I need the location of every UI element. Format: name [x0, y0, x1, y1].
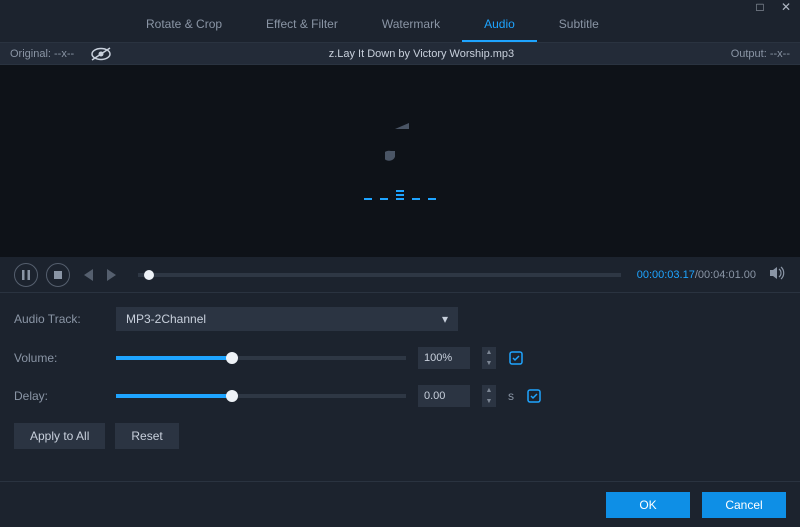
- tab-audio[interactable]: Audio: [462, 7, 537, 42]
- apply-to-all-button[interactable]: Apply to All: [14, 423, 105, 449]
- delay-reset-icon[interactable]: [526, 388, 542, 404]
- reset-button[interactable]: Reset: [115, 423, 178, 449]
- delay-unit: s: [508, 389, 514, 403]
- delay-label: Delay:: [14, 389, 104, 403]
- time-display: 00:00:03.17/00:04:01.00: [637, 269, 756, 281]
- tab-rotate-crop[interactable]: Rotate & Crop: [124, 7, 244, 42]
- cancel-button[interactable]: Cancel: [702, 492, 786, 518]
- tab-bar: Rotate & Crop Effect & Filter Watermark …: [0, 10, 800, 43]
- audio-track-label: Audio Track:: [14, 312, 104, 326]
- prev-button[interactable]: [78, 263, 96, 287]
- volume-value[interactable]: 100%: [418, 347, 470, 369]
- preview-area: [0, 65, 800, 257]
- stop-button[interactable]: [46, 263, 70, 287]
- volume-stepper[interactable]: ▲▼: [482, 347, 496, 369]
- audio-track-select[interactable]: MP3-2Channel ▾: [116, 307, 458, 331]
- next-button[interactable]: [104, 263, 122, 287]
- speaker-icon[interactable]: [770, 266, 786, 283]
- volume-slider[interactable]: [116, 356, 406, 360]
- ok-button[interactable]: OK: [606, 492, 690, 518]
- tab-effect-filter[interactable]: Effect & Filter: [244, 7, 360, 42]
- volume-reset-icon[interactable]: [508, 350, 524, 366]
- audio-visualizer-icon: [364, 186, 436, 200]
- delay-slider[interactable]: [116, 394, 406, 398]
- volume-label: Volume:: [14, 351, 104, 365]
- delay-stepper[interactable]: ▲▼: [482, 385, 496, 407]
- pause-button[interactable]: [14, 263, 38, 287]
- tab-watermark[interactable]: Watermark: [360, 7, 462, 42]
- original-dimensions: Original: --x--: [10, 48, 74, 60]
- delay-value[interactable]: 0.00: [418, 385, 470, 407]
- close-button[interactable]: ✕: [778, 0, 794, 14]
- tab-subtitle[interactable]: Subtitle: [537, 7, 621, 42]
- toggle-preview-icon[interactable]: [90, 47, 112, 61]
- maximize-button[interactable]: □: [752, 0, 768, 14]
- filename-label: z.Lay It Down by Victory Worship.mp3: [112, 48, 731, 60]
- delay-thumb[interactable]: [226, 390, 238, 402]
- music-note-icon: [385, 123, 415, 168]
- volume-thumb[interactable]: [226, 352, 238, 364]
- output-dimensions: Output: --x--: [731, 48, 790, 60]
- chevron-down-icon: ▾: [442, 312, 448, 326]
- seek-slider[interactable]: [138, 273, 621, 277]
- seek-thumb[interactable]: [144, 270, 154, 280]
